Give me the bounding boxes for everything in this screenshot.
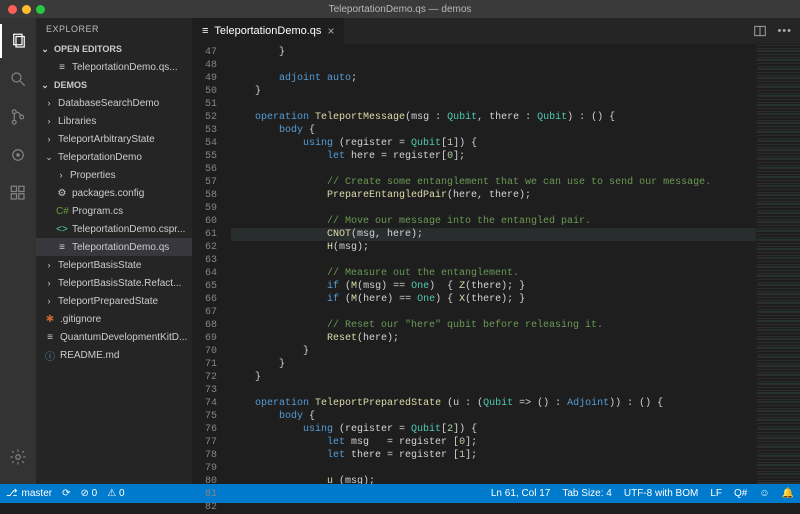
chevron-down-icon: ⌄ <box>40 44 50 55</box>
chevron-right-icon: › <box>44 278 54 288</box>
split-editor-icon[interactable] <box>753 24 767 38</box>
list-item-label: Program.cs <box>72 206 123 217</box>
explorer-icon[interactable] <box>0 24 36 58</box>
project-label: DEMOS <box>54 80 87 90</box>
open-editor-item[interactable]: ≡ TeleportationDemo.qs... <box>36 58 192 76</box>
folder-item[interactable]: › TeleportBasisState.Refact... <box>36 274 192 292</box>
file-item[interactable]: <> TeleportationDemo.cspr... <box>36 220 192 238</box>
more-icon[interactable]: ••• <box>777 25 792 37</box>
source-control-icon[interactable] <box>0 100 36 134</box>
file-icon: C# <box>56 206 68 217</box>
tab-label: TeleportationDemo.qs <box>214 25 321 37</box>
eol[interactable]: LF <box>710 488 722 499</box>
branch-name: master <box>22 488 53 499</box>
list-item-label: TeleportArbitraryState <box>58 134 155 145</box>
tab-size[interactable]: Tab Size: 4 <box>562 488 611 499</box>
window-title: TeleportationDemo.qs — demos <box>0 4 800 15</box>
tab-bar: ≡ TeleportationDemo.qs × ••• <box>192 18 800 44</box>
notifications-icon[interactable]: 🔔 <box>782 488 794 499</box>
file-item[interactable]: ✱ .gitignore <box>36 310 192 328</box>
errors-indicator[interactable]: ⊘ 0 <box>80 488 97 499</box>
panel-title: EXPLORER <box>36 18 192 40</box>
feedback-icon[interactable]: ☺ <box>759 488 769 499</box>
list-item-label: TeleportPreparedState <box>58 296 158 307</box>
folder-item[interactable]: › TeleportBasisState <box>36 256 192 274</box>
list-item-label: TeleportationDemo.cspr... <box>72 224 185 235</box>
file-icon: ⓘ <box>44 348 56 363</box>
file-icon: ≡ <box>56 242 68 253</box>
file-icon: ≡ <box>202 25 208 37</box>
list-item-label: DatabaseSearchDemo <box>58 98 159 109</box>
branch-indicator[interactable]: ⎇ master <box>6 488 52 499</box>
file-icon: <> <box>56 224 68 235</box>
zoom-window-icon[interactable] <box>36 5 45 14</box>
close-window-icon[interactable] <box>8 5 17 14</box>
file-icon: ✱ <box>44 314 56 325</box>
file-icon: ≡ <box>56 62 68 73</box>
settings-icon[interactable] <box>0 440 36 474</box>
chevron-down-icon: ⌄ <box>40 80 50 91</box>
sync-button[interactable]: ⟳ <box>62 488 70 499</box>
open-editors-label: OPEN EDITORS <box>54 44 122 54</box>
chevron-right-icon: › <box>44 296 54 306</box>
list-item-label: .gitignore <box>60 314 101 325</box>
list-item-label: TeleportBasisState <box>58 260 141 271</box>
line-gutter: 4748495051525354555657585960616263646566… <box>192 44 225 484</box>
list-item-label: README.md <box>60 350 119 361</box>
tab-teleportationdemo[interactable]: ≡ TeleportationDemo.qs × <box>192 18 345 44</box>
open-editors-list: ≡ TeleportationDemo.qs... <box>36 58 192 76</box>
list-item-label: TeleportationDemo.qs <box>72 242 169 253</box>
open-editors-header[interactable]: ⌄ OPEN EDITORS <box>36 40 192 58</box>
editor-area: ≡ TeleportationDemo.qs × ••• 47484950515… <box>192 18 800 484</box>
code-editor[interactable]: } adjoint auto; } operation TeleportMess… <box>225 44 756 484</box>
file-item[interactable]: ⓘ README.md <box>36 346 192 364</box>
traffic-lights <box>8 5 45 14</box>
folder-item[interactable]: › DatabaseSearchDemo <box>36 94 192 112</box>
chevron-down-icon: ⌄ <box>44 152 54 163</box>
folder-item[interactable]: › Libraries <box>36 112 192 130</box>
file-item[interactable]: ≡ QuantumDevelopmentKitD... <box>36 328 192 346</box>
folder-item[interactable]: › TeleportPreparedState <box>36 292 192 310</box>
file-icon: ≡ <box>44 332 56 343</box>
explorer-panel: EXPLORER ⌄ OPEN EDITORS ≡ TeleportationDe… <box>36 18 192 484</box>
list-item-label: Libraries <box>58 116 96 127</box>
titlebar: TeleportationDemo.qs — demos <box>0 0 800 18</box>
file-tree: › DatabaseSearchDemo › Libraries › TeleportAr… <box>36 94 192 364</box>
search-icon[interactable] <box>0 62 36 96</box>
minimize-window-icon[interactable] <box>22 5 31 14</box>
branch-icon: ⎇ <box>6 488 18 499</box>
chevron-right-icon: › <box>44 98 54 108</box>
folder-item[interactable]: › TeleportArbitraryState <box>36 130 192 148</box>
activity-bar <box>0 18 36 484</box>
chevron-right-icon: › <box>44 116 54 126</box>
status-bar: ⎇ master ⟳ ⊘ 0 ⚠ 0 Ln 61, Col 17 Tab Siz… <box>0 484 800 503</box>
debug-icon[interactable] <box>0 138 36 172</box>
file-item[interactable]: C# Program.cs <box>36 202 192 220</box>
list-item-label: TeleportationDemo <box>58 152 142 163</box>
chevron-right-icon: › <box>44 134 54 144</box>
list-item-label: packages.config <box>72 188 144 199</box>
language-mode[interactable]: Q# <box>734 488 747 499</box>
list-item-label: Properties <box>70 170 116 181</box>
minimap[interactable] <box>756 44 800 484</box>
cursor-position[interactable]: Ln 61, Col 17 <box>491 488 551 499</box>
list-item-label: TeleportBasisState.Refact... <box>58 278 181 289</box>
chevron-right-icon: › <box>44 260 54 270</box>
close-icon[interactable]: × <box>327 24 334 38</box>
folder-item[interactable]: › Properties <box>36 166 192 184</box>
project-header[interactable]: ⌄ DEMOS <box>36 76 192 94</box>
folder-item[interactable]: ⌄ TeleportationDemo <box>36 148 192 166</box>
encoding[interactable]: UTF-8 with BOM <box>624 488 698 499</box>
list-item-label: TeleportationDemo.qs... <box>72 62 178 73</box>
file-item[interactable]: ⚙ packages.config <box>36 184 192 202</box>
file-item[interactable]: ≡ TeleportationDemo.qs <box>36 238 192 256</box>
file-icon: ⚙ <box>56 188 68 199</box>
extensions-icon[interactable] <box>0 176 36 210</box>
list-item-label: QuantumDevelopmentKitD... <box>60 332 187 343</box>
chevron-right-icon: › <box>56 170 66 180</box>
warnings-indicator[interactable]: ⚠ 0 <box>107 488 124 499</box>
